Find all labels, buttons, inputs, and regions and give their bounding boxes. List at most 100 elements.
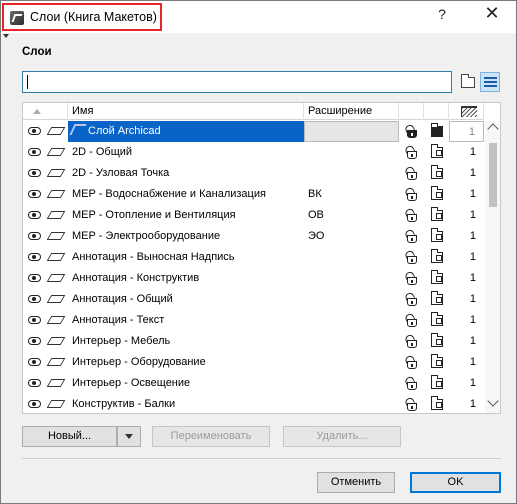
wireframe-toggle-icon[interactable] xyxy=(46,358,66,366)
table-row[interactable]: Слой Archicad 1 xyxy=(23,121,484,142)
layer-override-icon[interactable] xyxy=(431,207,443,221)
visibility-eye-icon[interactable] xyxy=(28,274,41,282)
layer-override-icon[interactable] xyxy=(431,270,443,284)
layer-name-cell[interactable]: MEP - Отопление и Вентиляция xyxy=(68,205,304,226)
visibility-eye-icon[interactable] xyxy=(28,127,41,135)
table-row[interactable]: 2D - Узловая Точка 1 xyxy=(23,163,484,184)
cancel-button[interactable]: Отменить xyxy=(317,472,395,493)
new-layer-button[interactable]: Новый... xyxy=(22,426,117,447)
table-row[interactable]: Интерьер - Мебель 1 xyxy=(23,331,484,352)
folder-view-button[interactable] xyxy=(458,72,478,92)
table-row[interactable]: MEP - Электрооборудование ЭО 1 xyxy=(23,226,484,247)
layer-name-cell[interactable]: Конструктив - Балки xyxy=(68,394,304,413)
close-button[interactable]: ✕ xyxy=(482,3,502,24)
layer-extension[interactable]: ОВ xyxy=(304,205,399,226)
wireframe-toggle-icon[interactable] xyxy=(46,190,66,198)
layer-name-cell[interactable]: Аннотация - Общий xyxy=(68,289,304,310)
visibility-eye-icon[interactable] xyxy=(28,316,41,324)
intersection-group-number[interactable]: 1 xyxy=(449,184,484,205)
wireframe-toggle-icon[interactable] xyxy=(46,295,66,303)
lock-toggle-icon[interactable] xyxy=(403,270,417,285)
visibility-eye-icon[interactable] xyxy=(28,232,41,240)
layer-extension[interactable] xyxy=(304,394,399,413)
table-row[interactable]: MEP - Водоснабжение и Канализация ВК 1 xyxy=(23,184,484,205)
lock-toggle-icon[interactable] xyxy=(403,375,417,390)
table-row[interactable]: Аннотация - Текст 1 xyxy=(23,310,484,331)
layer-extension[interactable] xyxy=(304,142,399,163)
table-row[interactable]: Аннотация - Общий 1 xyxy=(23,289,484,310)
lock-toggle-icon[interactable] xyxy=(403,333,417,348)
wireframe-toggle-icon[interactable] xyxy=(46,148,66,156)
sort-column-header[interactable] xyxy=(23,103,68,120)
wireframe-toggle-icon[interactable] xyxy=(46,232,66,240)
intersection-group-number[interactable]: 1 xyxy=(449,226,484,247)
lock-toggle-icon[interactable] xyxy=(403,207,417,222)
list-view-button[interactable] xyxy=(480,72,500,92)
lock-toggle-icon[interactable] xyxy=(403,228,417,243)
lock-toggle-icon[interactable] xyxy=(403,312,417,327)
layer-override-icon[interactable] xyxy=(431,333,443,347)
visibility-eye-icon[interactable] xyxy=(28,253,41,261)
layer-extension[interactable] xyxy=(304,268,399,289)
intersection-group-number[interactable]: 1 xyxy=(449,142,484,163)
column-header-lock[interactable] xyxy=(399,103,424,120)
wireframe-toggle-icon[interactable] xyxy=(46,316,66,324)
layer-override-icon[interactable] xyxy=(431,396,443,410)
visibility-eye-icon[interactable] xyxy=(28,400,41,408)
table-row[interactable]: 2D - Общий 1 xyxy=(23,142,484,163)
layer-extension[interactable]: ВК xyxy=(304,184,399,205)
intersection-group-number[interactable]: 1 xyxy=(449,121,484,142)
visibility-eye-icon[interactable] xyxy=(28,148,41,156)
search-input[interactable] xyxy=(22,71,452,93)
lock-toggle-icon[interactable] xyxy=(403,354,417,369)
visibility-eye-icon[interactable] xyxy=(28,295,41,303)
layer-override-icon[interactable] xyxy=(431,291,443,305)
layer-name-cell[interactable]: Интерьер - Освещение xyxy=(68,373,304,394)
layer-override-icon[interactable] xyxy=(431,249,443,263)
new-layer-dropdown-button[interactable] xyxy=(117,426,141,447)
column-header-extension[interactable]: Расширение xyxy=(304,103,399,120)
intersection-group-number[interactable]: 1 xyxy=(449,394,484,413)
column-header-intersection[interactable] xyxy=(449,103,484,120)
table-row[interactable]: MEP - Отопление и Вентиляция ОВ 1 xyxy=(23,205,484,226)
table-row[interactable]: Аннотация - Выносная Надпись 1 xyxy=(23,247,484,268)
layer-override-icon[interactable] xyxy=(431,144,443,158)
layer-override-icon[interactable] xyxy=(431,375,443,389)
scroll-up-icon[interactable] xyxy=(487,123,499,135)
intersection-group-number[interactable]: 1 xyxy=(449,163,484,184)
help-button[interactable]: ? xyxy=(432,6,452,22)
table-row[interactable]: Интерьер - Освещение 1 xyxy=(23,373,484,394)
wireframe-toggle-icon[interactable] xyxy=(46,379,66,387)
intersection-group-number[interactable]: 1 xyxy=(449,352,484,373)
visibility-eye-icon[interactable] xyxy=(28,211,41,219)
vertical-scrollbar[interactable] xyxy=(485,121,500,413)
visibility-eye-icon[interactable] xyxy=(28,190,41,198)
intersection-group-number[interactable]: 1 xyxy=(449,331,484,352)
visibility-eye-icon[interactable] xyxy=(28,337,41,345)
wireframe-toggle-icon[interactable] xyxy=(46,274,66,282)
layer-extension[interactable]: ЭО xyxy=(304,226,399,247)
layer-name-cell[interactable]: Аннотация - Текст xyxy=(68,310,304,331)
layer-override-icon[interactable] xyxy=(431,354,443,368)
lock-toggle-icon[interactable] xyxy=(403,291,417,306)
lock-toggle-icon[interactable] xyxy=(403,396,417,411)
lock-toggle-icon[interactable] xyxy=(403,144,417,159)
wireframe-toggle-icon[interactable] xyxy=(46,127,66,135)
intersection-group-number[interactable]: 1 xyxy=(449,205,484,226)
layer-name-cell[interactable]: Слой Archicad xyxy=(68,121,304,142)
layer-override-icon[interactable] xyxy=(431,312,443,326)
table-row[interactable]: Аннотация - Конструктив 1 xyxy=(23,268,484,289)
column-header-name[interactable]: Имя xyxy=(68,103,304,120)
layer-override-icon[interactable] xyxy=(431,228,443,242)
layer-name-cell[interactable]: Аннотация - Конструктив xyxy=(68,268,304,289)
column-header-wireframe[interactable] xyxy=(424,103,449,120)
layer-extension[interactable] xyxy=(304,331,399,352)
table-row[interactable]: Интерьер - Оборудование 1 xyxy=(23,352,484,373)
layer-extension[interactable] xyxy=(304,289,399,310)
ok-button[interactable]: OK xyxy=(410,472,501,493)
wireframe-toggle-icon[interactable] xyxy=(46,253,66,261)
layer-override-icon[interactable] xyxy=(431,165,443,179)
wireframe-toggle-icon[interactable] xyxy=(46,400,66,408)
layer-extension[interactable] xyxy=(304,373,399,394)
layer-name-cell[interactable]: 2D - Общий xyxy=(68,142,304,163)
